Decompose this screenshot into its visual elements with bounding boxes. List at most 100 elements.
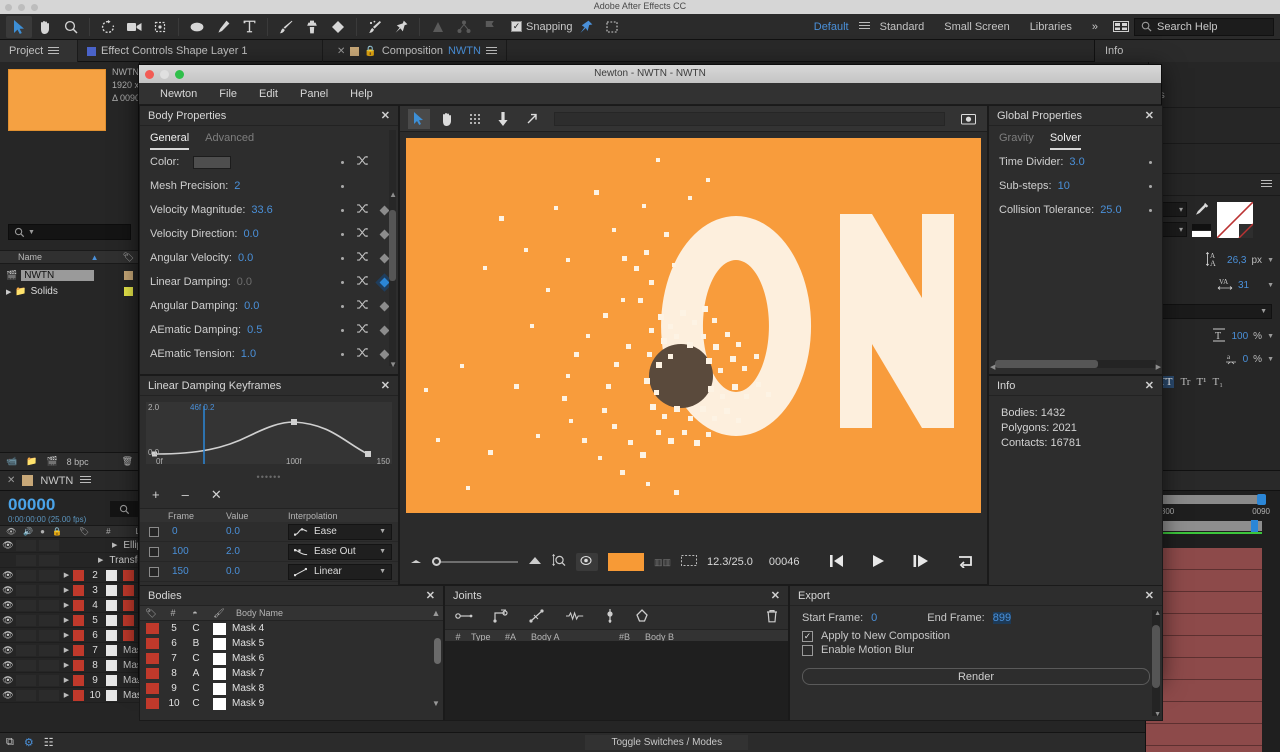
- fill-stroke-swatch[interactable]: [1192, 223, 1212, 242]
- scroll-down-icon[interactable]: ▼: [429, 699, 443, 708]
- clear-keyframes-button[interactable]: ✕: [211, 487, 222, 503]
- sort-arrow-icon[interactable]: ▲: [91, 253, 99, 262]
- bodies-row[interactable]: 8 A Mask 7: [140, 666, 443, 681]
- type-tool-icon[interactable]: [236, 16, 262, 38]
- keyframe-diamond-icon[interactable]: [379, 301, 390, 311]
- layer-color-icon[interactable]: [73, 689, 84, 701]
- pan-behind-tool-icon[interactable]: [147, 16, 173, 38]
- expression-dot-icon[interactable]: [341, 304, 344, 308]
- bodies-row[interactable]: 9 C Mask 8: [140, 681, 443, 696]
- gravity-tool-icon[interactable]: [492, 109, 514, 129]
- keyframe-value[interactable]: 2.0: [226, 546, 288, 557]
- eye-icon[interactable]: 👁: [0, 570, 16, 581]
- layer-color-icon[interactable]: [73, 584, 84, 596]
- tracking-value[interactable]: 31: [1238, 280, 1249, 291]
- expression-dot-icon[interactable]: [341, 208, 344, 212]
- scroll-up-icon[interactable]: ▲: [389, 190, 397, 199]
- keyframe-checkbox[interactable]: [149, 566, 159, 577]
- flag-tool-icon[interactable]: [477, 16, 503, 38]
- keyframe-frame[interactable]: 150: [168, 566, 226, 577]
- transform-box-icon[interactable]: [599, 16, 625, 38]
- delete-joint-icon[interactable]: [766, 609, 778, 626]
- body-swatch[interactable]: [213, 652, 226, 665]
- clone-stamp-tool-icon[interactable]: [299, 16, 325, 38]
- layer-swatch[interactable]: [106, 569, 117, 581]
- export-scrollbar[interactable]: [1152, 610, 1160, 716]
- background-color-swatch[interactable]: [608, 553, 644, 571]
- effects-presets-partial-tab[interactable]: ts: [1149, 62, 1280, 108]
- puppet-pin-tool-icon[interactable]: [388, 16, 414, 38]
- bit-depth-label[interactable]: 8 bpc: [67, 457, 89, 467]
- composition-menu-icon[interactable]: [485, 46, 497, 56]
- view-visibility-icon[interactable]: [576, 553, 598, 571]
- layer-swatch[interactable]: [106, 629, 117, 641]
- body-color-icon[interactable]: [146, 638, 159, 649]
- label-color-swatch[interactable]: [124, 271, 133, 280]
- workspace-menu-icon[interactable]: [858, 22, 870, 31]
- chevron-down-icon[interactable]: ▼: [1267, 282, 1274, 289]
- disclosure-triangle-icon[interactable]: ▶: [60, 616, 73, 624]
- expression-dot-icon[interactable]: [341, 232, 344, 236]
- fit-zoom-icon[interactable]: [552, 553, 566, 571]
- layer-bars-stack[interactable]: [1146, 548, 1262, 752]
- keyframe-row[interactable]: 150 0.0 Linear ▼: [140, 562, 398, 582]
- font-variant-select[interactable]: ▼: [1157, 304, 1272, 319]
- snapping-checkbox[interactable]: ✓: [511, 21, 522, 32]
- expression-dot-icon[interactable]: [1149, 160, 1152, 164]
- layer-color-icon[interactable]: [73, 674, 84, 686]
- bodies-row[interactable]: 6 B Mask 5: [140, 636, 443, 651]
- work-area-bar[interactable]: [1152, 520, 1262, 532]
- superscript-button[interactable]: T¹: [1196, 376, 1206, 388]
- project-item-nwtn[interactable]: 🎬 NWTN: [0, 268, 139, 283]
- render-button[interactable]: Render: [802, 668, 1150, 685]
- disclosure-triangle-icon[interactable]: ▶: [60, 661, 73, 669]
- close-icon[interactable]: ✕: [426, 589, 435, 602]
- new-folder-icon[interactable]: 📁: [26, 456, 37, 467]
- scroll-down-icon[interactable]: ▼: [1154, 711, 1161, 718]
- end-frame-value[interactable]: 899: [992, 612, 1012, 624]
- body-swatch[interactable]: [213, 697, 226, 710]
- interpolation-select[interactable]: Ease Out ▼: [288, 543, 392, 560]
- work-area-knob[interactable]: [1251, 520, 1258, 532]
- expression-dot-icon[interactable]: [341, 184, 344, 188]
- keyframe-diamond-icon[interactable]: [379, 325, 390, 335]
- pivot-joint-icon[interactable]: [493, 609, 509, 626]
- apply-to-new-comp-row[interactable]: ✓ Apply to New Composition: [790, 630, 1162, 644]
- keyframes-graph[interactable]: 2.0 0.0 46f 0.2 0f 100f 150: [146, 402, 392, 466]
- zoom-out-icon[interactable]: [410, 556, 422, 568]
- layer-color-icon[interactable]: [73, 599, 84, 611]
- audio-icon[interactable]: 🔊: [23, 527, 33, 536]
- character-panel-menu-icon[interactable]: [1261, 180, 1272, 189]
- body-swatch[interactable]: [213, 622, 226, 635]
- graph-tool-icon[interactable]: [451, 16, 477, 38]
- keyframe-frame[interactable]: 0: [168, 526, 226, 537]
- eye-icon[interactable]: 👁: [0, 540, 16, 551]
- rotation-tool-icon[interactable]: [95, 16, 121, 38]
- hand-tool-icon[interactable]: [32, 16, 58, 38]
- property-value[interactable]: 0.0: [238, 252, 253, 264]
- remove-keyframe-button[interactable]: –: [182, 487, 189, 503]
- eye-icon[interactable]: 👁: [0, 630, 16, 641]
- disclosure-triangle-icon[interactable]: ▶: [60, 631, 73, 639]
- close-icon[interactable]: ✕: [771, 589, 780, 602]
- layer-swatch[interactable]: [106, 659, 117, 671]
- layer-color-icon[interactable]: [73, 629, 84, 641]
- disclosure-triangle-icon[interactable]: ▶: [60, 646, 73, 654]
- disclosure-triangle-icon[interactable]: ▶: [60, 676, 73, 684]
- close-icon[interactable]: ✕: [1145, 589, 1154, 602]
- pen-tool-icon[interactable]: [210, 16, 236, 38]
- panel-resize-grip[interactable]: ••••••: [140, 472, 398, 482]
- font-size-value[interactable]: 26,3: [1227, 255, 1246, 266]
- selection-tool-icon[interactable]: [6, 15, 32, 38]
- tab-advanced[interactable]: Advanced: [205, 132, 254, 150]
- close-icon[interactable]: ✕: [1145, 379, 1154, 392]
- disclosure-triangle-icon[interactable]: ▶: [60, 601, 73, 609]
- project-search-input[interactable]: ▼: [8, 224, 131, 240]
- keyframe-checkbox[interactable]: [149, 546, 159, 557]
- eye-icon[interactable]: 👁: [0, 660, 16, 671]
- lock-icon[interactable]: 🔒: [52, 527, 62, 536]
- layer-swatch[interactable]: [106, 674, 117, 686]
- piston-joint-icon[interactable]: [529, 609, 545, 626]
- keyframe-row[interactable]: 0 0.0 Ease ▼: [140, 522, 398, 542]
- layer-color-icon[interactable]: [73, 614, 84, 626]
